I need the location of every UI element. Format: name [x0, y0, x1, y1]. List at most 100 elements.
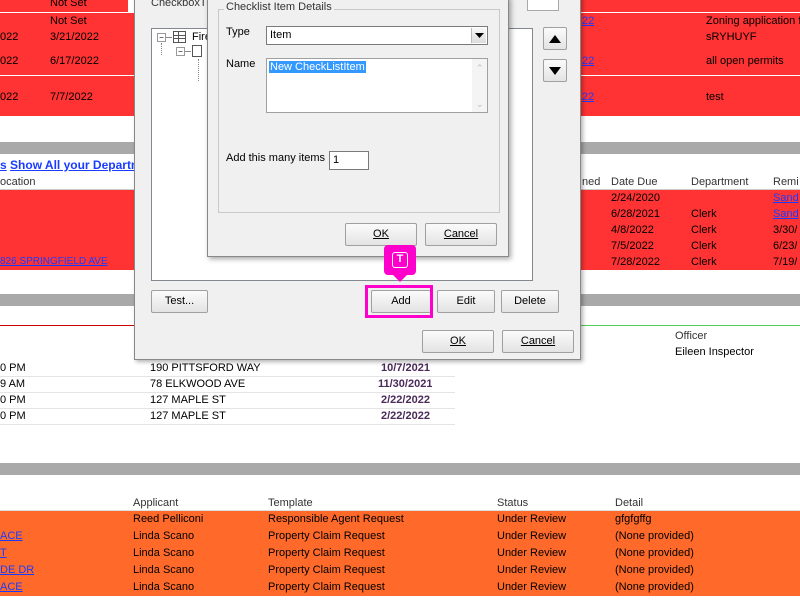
top-row-note: test	[706, 91, 724, 103]
delete-button[interactable]: Delete	[501, 290, 559, 313]
add-button-highlight	[365, 285, 433, 318]
location-link[interactable]: ACE	[0, 581, 23, 593]
reminder-cell: 3/30/	[773, 224, 798, 236]
template-cell: Property Claim Request	[268, 581, 385, 593]
detail-cell: (None provided)	[615, 564, 694, 576]
filter-field[interactable]	[527, 0, 559, 11]
time-cell: 0 PM	[0, 362, 26, 374]
time-cell: 9 AM	[0, 378, 26, 390]
detail-cell: (None provided)	[615, 547, 694, 559]
item-count-value: 1	[333, 154, 340, 166]
department-cell: Clerk	[691, 256, 717, 268]
collapse-toggle-icon[interactable]: −	[176, 47, 185, 56]
date-due-cell: 6/28/2021	[611, 208, 660, 220]
template-header[interactable]: Template	[268, 497, 313, 509]
table-row[interactable]: Reed Pelliconi Responsible Agent Request…	[0, 511, 800, 528]
item-count-input[interactable]: 1	[329, 151, 369, 170]
table-row[interactable]: T Linda Scano Property Claim Request Und…	[0, 545, 800, 562]
applicant-cell: Linda Scano	[133, 530, 195, 542]
outer-cancel-label: Cancel	[520, 335, 556, 347]
edit-button[interactable]: Edit	[437, 290, 495, 313]
tooltip-badge: T	[384, 245, 416, 275]
top-row-date: 3/21/2022	[50, 31, 99, 43]
checklist-item-dialog: Checklist Item Details Type Item Name Ne…	[207, 0, 509, 257]
show-all-departments-link[interactable]: Show All your Departm	[10, 158, 142, 172]
status-header[interactable]: Status	[497, 497, 528, 509]
reminder-cell[interactable]: Sand	[773, 208, 799, 220]
divider-line	[0, 325, 134, 326]
table-row[interactable]: ACE Linda Scano Property Claim Request U…	[0, 579, 800, 596]
move-up-button[interactable]	[543, 27, 567, 50]
template-cell: Property Claim Request	[268, 547, 385, 559]
date-due-cell: 4/8/2022	[611, 224, 654, 236]
dept-link-prefix[interactable]: s	[0, 158, 7, 172]
status-cell: Under Review	[497, 530, 567, 542]
officer-cell: Eileen Inspector	[675, 346, 754, 358]
reminder-cell: 7/19/	[773, 256, 798, 268]
top-row-note: all open permits	[706, 55, 784, 67]
outer-cancel-button[interactable]: Cancel	[502, 330, 574, 353]
location-link[interactable]: 826 SPRINGFIELD AVE	[0, 256, 134, 267]
location-link[interactable]: T	[0, 547, 7, 559]
dept-links: s Show All your Departm	[0, 158, 142, 172]
officer-header[interactable]: Officer	[675, 330, 707, 342]
department-cell: Clerk	[691, 208, 717, 220]
name-scrollbar[interactable]: ⌃ ⌄	[472, 59, 487, 112]
template-cell: Property Claim Request	[268, 530, 385, 542]
inner-cancel-label: Cancel	[443, 228, 479, 240]
name-textarea[interactable]: New CheckListItem ⌃ ⌄	[266, 58, 488, 113]
location-link[interactable]: DE DR	[0, 564, 34, 576]
table-icon	[173, 31, 186, 43]
collapse-toggle-icon[interactable]: −	[157, 33, 166, 42]
time-cell: 0 PM	[0, 394, 26, 406]
applicant-cell: Linda Scano	[133, 547, 195, 559]
inner-cancel-button[interactable]: Cancel	[425, 223, 497, 246]
scroll-up-icon: ⌃	[476, 63, 484, 73]
table-row[interactable]: ACE Linda Scano Property Claim Request U…	[0, 528, 800, 545]
top-row-col1: 022	[0, 55, 19, 67]
move-down-button[interactable]	[543, 59, 567, 82]
address-cell: 190 PITTSFORD WAY	[150, 362, 261, 374]
status-cell: Under Review	[497, 547, 567, 559]
date-cell: 11/30/2021	[378, 378, 433, 390]
date-due-cell: 2/24/2020	[611, 192, 660, 204]
type-select-value: Item	[270, 29, 292, 41]
type-label: Type	[226, 26, 250, 38]
reminder-header[interactable]: Remi	[773, 176, 799, 188]
test-button[interactable]: Test...	[151, 290, 208, 313]
top-row-link[interactable]: 22	[582, 15, 594, 27]
type-select[interactable]: Item	[266, 26, 488, 45]
location-link[interactable]: ACE	[0, 530, 23, 542]
divider-line	[580, 325, 800, 326]
top-row-col1: 022	[0, 91, 19, 103]
triangle-up-icon	[549, 35, 561, 43]
status-cell: Under Review	[497, 564, 567, 576]
date-cell: 2/22/2022	[381, 394, 430, 406]
department-cell: Clerk	[691, 240, 717, 252]
applicant-cell: Linda Scano	[133, 564, 195, 576]
top-row-link[interactable]: 22	[582, 91, 594, 103]
inner-ok-button[interactable]: OK	[345, 223, 417, 246]
detail-cell: gfgfgffg	[615, 513, 652, 525]
template-cell: Property Claim Request	[268, 564, 385, 576]
detail-header[interactable]: Detail	[615, 497, 643, 509]
scroll-down-icon: ⌄	[476, 99, 484, 109]
location-header[interactable]: ocation	[0, 176, 35, 188]
table-row[interactable]: DE DR Linda Scano Property Claim Request…	[0, 562, 800, 579]
address-cell: 127 MAPLE ST	[150, 394, 226, 406]
top-row-link[interactable]: 22	[582, 55, 594, 67]
top-row-note: sRYHUYF	[706, 31, 757, 43]
assigned-header[interactable]: ned	[582, 176, 600, 188]
outer-ok-button[interactable]: OK	[422, 330, 494, 353]
address-cell: 78 ELKWOOD AVE	[150, 378, 246, 390]
date-due-cell: 7/28/2022	[611, 256, 660, 268]
name-label: Name	[226, 58, 256, 70]
date-cell: 10/7/2021	[381, 362, 430, 374]
reminder-cell[interactable]: Sand	[773, 192, 799, 204]
name-value: New CheckListItem	[269, 61, 366, 73]
dropdown-arrow-icon[interactable]	[471, 28, 486, 43]
date-due-header[interactable]: Date Due	[611, 176, 657, 188]
applicant-header[interactable]: Applicant	[133, 497, 178, 509]
department-header[interactable]: Department	[691, 176, 748, 188]
outer-ok-label: OK	[450, 335, 466, 347]
